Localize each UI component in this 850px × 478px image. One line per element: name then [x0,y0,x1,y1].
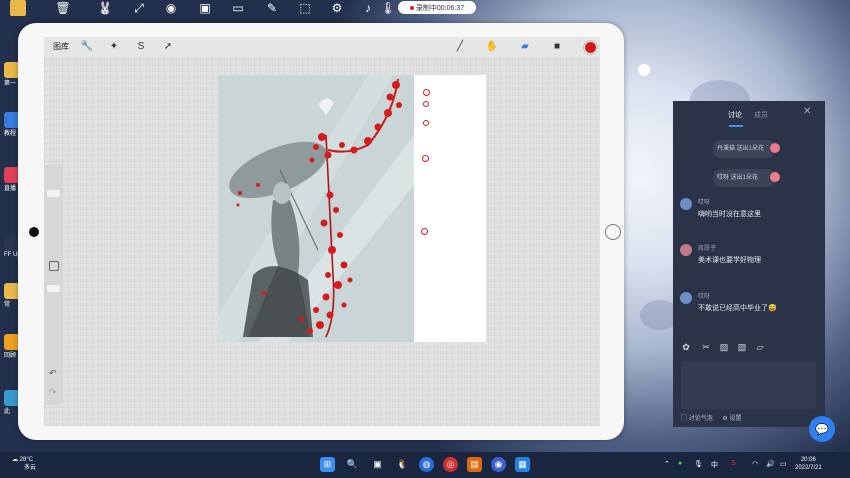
fullscreen-icon[interactable]: ⤢ [131,0,147,16]
brush-dot [422,155,429,162]
folder-icon[interactable] [10,0,26,16]
brush-size-sidebar: ↶ ↷ [44,165,63,405]
gear-icon[interactable]: ⚙ [329,0,345,16]
message-username: 哎呀 [698,294,711,300]
eraser-icon[interactable]: ▰ [518,39,532,53]
sogou-icon[interactable]: S [731,460,736,467]
volume-icon[interactable]: 🔊 [766,460,775,468]
gallery-button[interactable]: 图库 [53,41,69,52]
recording-indicator[interactable]: 录制中00:06:37 [398,1,476,14]
artwork-svg [218,75,414,342]
windows-start-icon[interactable]: ⊞ [320,457,335,472]
discussion-panel: 讨论 成员 ✕ 丹溪猫 送出1朵花 哎呀 送出1朵花 哎呀 嗨哟当时没在意这里 … [673,101,825,427]
taskbar: ☁ 28°C 多云 ⊞ 🔍 ▣ 🐧 ◍ ◎ ▤ ◉ ▦ ⌃ ● 🎙 中 S ◠ … [0,452,850,478]
chevron-up-icon[interactable]: ⌃ [664,460,670,468]
undo-icon[interactable]: ↶ [49,368,57,379]
flower-icon [770,172,780,182]
color-picker[interactable] [584,41,597,54]
image-icon[interactable]: ▨ [718,341,730,353]
avatar [680,244,692,256]
message-username: 哎呀 [698,200,711,206]
artwork-illustration [218,75,414,342]
gear-icon[interactable]: ⚙ [722,416,727,422]
smudge-icon[interactable]: ✋ [485,39,499,53]
browser-icon[interactable]: ◍ [419,457,434,472]
video-camera-icon[interactable]: ▣ [197,0,213,16]
battery-icon[interactable]: ▭ [780,460,787,468]
eyedropper-button[interactable] [49,261,59,271]
gift-notice: 丹溪猫 送出1朵花 [713,140,775,158]
chat-tools: ✿ ✂ ▨ ▧ ▱ [673,341,825,355]
brush-icon[interactable]: ╱ [453,39,467,53]
cloud-icon: ☁ [12,457,18,463]
message-text: 嗨哟当时没在意这里 [698,211,761,218]
audio-icon[interactable]: ♪ [360,0,376,16]
tab-members[interactable]: 成员 [754,110,768,120]
chat-tabs: 讨论 成员 ✕ [673,101,825,131]
discussion-bubble-label[interactable]: 讨论气泡 [689,416,713,422]
close-icon[interactable]: ✕ [803,106,811,117]
flower-icon [770,143,780,153]
netease-music-icon[interactable]: ◎ [443,457,458,472]
screenshot-icon[interactable]: ▧ [736,341,748,353]
procreate-toolbar: 图库 🔧 ✦ S ➚ ╱ ✋ ▰ ■ [44,37,600,57]
message-username: 凯愿子 [698,246,717,252]
task-view-icon[interactable]: ▣ [370,457,385,472]
chat-bubble-icon[interactable]: ▱ [754,341,766,353]
opacity-slider[interactable] [47,285,60,292]
settings-label[interactable]: 设置 [729,416,741,422]
brush-dot [423,89,430,96]
flower-gift-icon[interactable]: ✿ [680,341,692,353]
procreate-screen: 图库 🔧 ✦ S ➚ ╱ ✋ ▰ ■ ↶ ↷ [44,37,600,426]
recording-timer: 录制中00:06:37 [415,4,465,12]
chat-input[interactable] [681,361,816,409]
wechat-icon[interactable]: ● [678,460,682,467]
app-icon[interactable]: ◉ [491,457,506,472]
user-avatar[interactable] [638,64,650,76]
avatar [680,198,692,210]
selection-icon[interactable]: S [134,39,148,53]
avatar [680,292,692,304]
wrench-icon[interactable]: 🔧 [80,39,94,53]
recorder-toolbar: 🗑 🐰 ⤢ ◉ ▣ ▭ ✎ ⬚ ⚙ ♪ 🌡 录制中00:06:37 [0,0,476,16]
chat-footer: ▢ 讨论气泡 ⚙ 设置 [681,413,741,422]
active-tab-indicator [729,125,743,127]
clock[interactable]: 20:06 2022/7/21 [795,456,822,472]
ime-indicator[interactable]: 中 [711,460,718,470]
brush-dot [423,101,429,107]
weather-widget[interactable]: ☁ 28°C 多云 [12,456,36,472]
message-text: 不敢说已经高中毕业了😅 [698,305,777,312]
magic-wand-icon[interactable]: ✦ [107,39,121,53]
app-icon[interactable]: ▤ [467,457,482,472]
wifi-icon[interactable]: ◠ [752,460,758,468]
brush-size-slider[interactable] [47,190,60,197]
brush-dot [423,120,429,126]
microphone-icon[interactable]: 🎙 [694,460,703,468]
drawing-canvas[interactable] [218,75,486,342]
layers-icon[interactable]: ■ [550,39,564,53]
scissors-icon[interactable]: ✂ [700,341,712,353]
app-icon[interactable]: ▦ [515,457,530,472]
ipad-home-button[interactable] [605,224,621,240]
thermometer-icon: 🌡 [380,1,396,15]
pen-icon[interactable]: ✎ [264,0,280,16]
brush-dot [421,228,428,235]
bubble-icon[interactable]: ▢ [681,416,687,422]
recycle-bin-icon[interactable]: 🗑 [55,0,71,16]
search-icon[interactable]: 🔍 [345,457,360,472]
rabbit-avatar-icon[interactable]: 🐰 [97,0,113,16]
camera-icon[interactable]: ◉ [163,0,179,16]
gift-notice: 哎呀 送出1朵花 [713,169,775,187]
tab-discussion[interactable]: 讨论 [728,110,742,120]
recording-dot-icon [409,5,414,10]
message-text: 美术课也要学好物理 [698,257,761,264]
region-select-icon[interactable]: ⬚ [297,0,313,16]
qq-icon[interactable]: 🐧 [395,457,410,472]
transform-arrow-icon[interactable]: ➚ [161,39,175,53]
redo-icon[interactable]: ↷ [49,387,57,398]
assistant-button[interactable]: 💬 [809,416,835,442]
screen-share-icon[interactable]: ▭ [230,0,246,16]
ipad-camera [29,227,39,237]
